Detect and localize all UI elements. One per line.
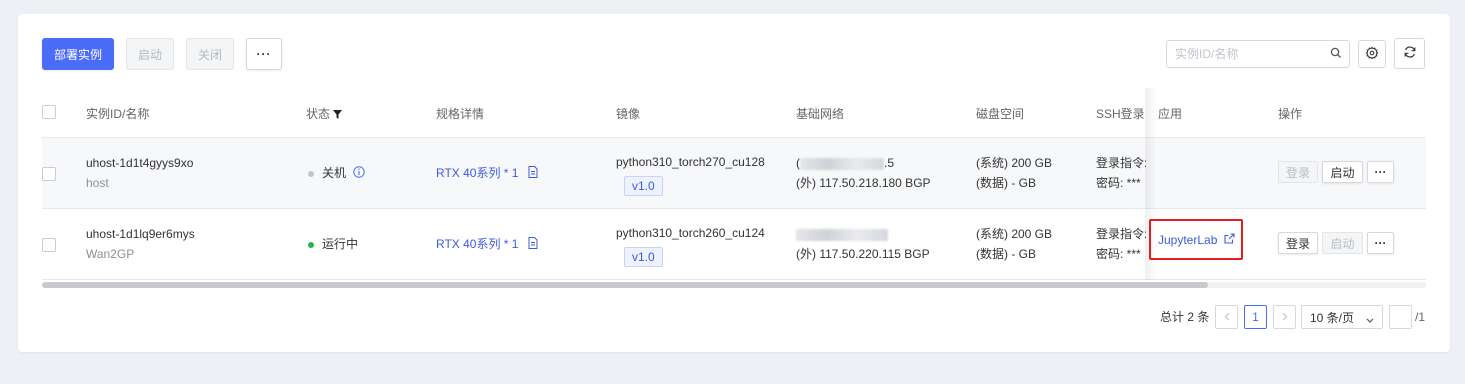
row-more-button[interactable]: ··· bbox=[1367, 232, 1394, 254]
page-size-value: 10 条/页 bbox=[1310, 310, 1355, 325]
column-header-app: 应用 bbox=[1158, 107, 1183, 121]
network-outer: (外) 117.50.218.180 BGP bbox=[796, 176, 931, 190]
document-icon[interactable] bbox=[528, 237, 538, 251]
image-cell: python310_torch270_cu128 v1.0 bbox=[616, 152, 765, 196]
more-actions-button[interactable]: ··· bbox=[246, 38, 282, 70]
status-text: 关机 bbox=[322, 166, 347, 180]
chevron-down-icon bbox=[1366, 313, 1374, 327]
prev-page-button[interactable] bbox=[1215, 305, 1238, 329]
status-cell: 运行中 bbox=[308, 234, 358, 254]
horizontal-scrollbar[interactable] bbox=[42, 282, 1426, 288]
instance-name: host bbox=[86, 176, 109, 190]
disk-system: (系统) 200 GB bbox=[976, 156, 1053, 170]
ssh-password: 密码: *** bbox=[1096, 176, 1141, 190]
gear-icon bbox=[1365, 46, 1379, 63]
disk-cell: (系统) 200 GB (数据) - GB bbox=[976, 153, 1052, 193]
next-page-button[interactable] bbox=[1273, 305, 1296, 329]
column-header-image: 镜像 bbox=[616, 107, 641, 121]
total-pages: /1 bbox=[1415, 310, 1426, 324]
column-header-disk: 磁盘空间 bbox=[976, 107, 1025, 121]
page-jump-input[interactable] bbox=[1389, 305, 1412, 329]
row-checkbox[interactable] bbox=[42, 167, 56, 181]
instance-id: uhost-1d1lq9er6mys bbox=[86, 227, 195, 241]
table-header: 实例ID/名称 状态 规格详情 镜像 基础网络 磁盘空间 SSH登录 应用 操作 bbox=[42, 88, 1426, 138]
instance-list-card: 部署实例 启动 关闭 ··· 实例ID/名称 状态 规格详情 镜像 bbox=[18, 14, 1450, 352]
settings-button[interactable] bbox=[1358, 40, 1386, 68]
instance-name: Wan2GP bbox=[86, 247, 135, 261]
disk-cell: (系统) 200 GB (数据) - GB bbox=[976, 224, 1052, 264]
info-icon[interactable] bbox=[353, 166, 366, 180]
ssh-cell: 登录指令: 密码: *** bbox=[1096, 224, 1146, 264]
row-checkbox[interactable] bbox=[42, 238, 56, 252]
status-header-label: 状态 bbox=[306, 107, 331, 121]
jupyterlab-link[interactable]: JupyterLab bbox=[1158, 230, 1217, 250]
instance-id-name: uhost-1d1t4gyys9xo host bbox=[86, 153, 193, 193]
page-size-select[interactable]: 10 条/页 bbox=[1301, 305, 1383, 329]
instance-id-name: uhost-1d1lq9er6mys Wan2GP bbox=[86, 224, 195, 264]
column-header-network: 基础网络 bbox=[796, 107, 845, 121]
network-inner: (.5 bbox=[796, 153, 931, 173]
column-header-ssh: SSH登录 bbox=[1096, 107, 1145, 121]
spec-text: RTX 40系列 * 1 bbox=[436, 166, 519, 180]
network-cell: (外) 117.50.220.115 BGP bbox=[796, 224, 930, 264]
ssh-command[interactable]: 登录指令: bbox=[1096, 153, 1146, 173]
refresh-button[interactable] bbox=[1394, 38, 1425, 69]
start-instance-button[interactable]: 启动 bbox=[1322, 161, 1363, 183]
image-name: python310_torch260_cu124 bbox=[616, 226, 765, 240]
start-instance-button[interactable]: 启动 bbox=[1322, 232, 1363, 254]
instance-id: uhost-1d1t4gyys9xo bbox=[86, 156, 194, 170]
deploy-instance-button[interactable]: 部署实例 bbox=[42, 38, 114, 70]
column-header-spec: 规格详情 bbox=[436, 107, 485, 121]
filter-icon[interactable] bbox=[333, 107, 343, 121]
column-header-id-name: 实例ID/名称 bbox=[86, 107, 150, 121]
search-box bbox=[1166, 40, 1350, 68]
table-row: uhost-1d1t4gyys9xo host 关机 RTX 40系列 * 1 … bbox=[42, 138, 1426, 209]
start-button[interactable]: 启动 bbox=[126, 38, 174, 70]
page-number-button[interactable]: 1 bbox=[1244, 305, 1267, 329]
disk-system: (系统) 200 GB bbox=[976, 227, 1053, 241]
redacted-ip bbox=[796, 228, 888, 241]
image-name: python310_torch270_cu128 bbox=[616, 155, 765, 169]
login-button[interactable]: 登录 bbox=[1278, 232, 1318, 254]
document-icon[interactable] bbox=[528, 166, 538, 180]
spec-link[interactable]: RTX 40系列 * 1 bbox=[436, 163, 538, 183]
jupyterlab-highlight: JupyterLab bbox=[1149, 219, 1243, 260]
status-text: 运行中 bbox=[322, 237, 359, 251]
column-header-ops: 操作 bbox=[1278, 107, 1303, 121]
status-dot bbox=[308, 170, 314, 177]
chevron-right-icon bbox=[1282, 310, 1288, 324]
chevron-left-icon bbox=[1224, 310, 1230, 324]
row-more-button[interactable]: ··· bbox=[1367, 161, 1394, 183]
spec-link[interactable]: RTX 40系列 * 1 bbox=[436, 234, 538, 254]
scrollbar-thumb[interactable] bbox=[42, 282, 1208, 288]
ssh-password: 密码: *** bbox=[1096, 247, 1141, 261]
network-outer: (外) 117.50.220.115 BGP bbox=[796, 247, 930, 261]
image-version-tag: v1.0 bbox=[624, 176, 663, 196]
disk-data: (数据) - GB bbox=[976, 247, 1036, 261]
network-cell: (.5 (外) 117.50.218.180 BGP bbox=[796, 153, 931, 193]
redacted-ip bbox=[800, 157, 884, 170]
toolbar: 部署实例 启动 关闭 ··· bbox=[42, 38, 282, 70]
spec-text: RTX 40系列 * 1 bbox=[436, 237, 519, 251]
search-icon[interactable] bbox=[1330, 47, 1342, 62]
status-cell: 关机 bbox=[308, 163, 366, 183]
ssh-cell: 登录指令: 密码: *** bbox=[1096, 153, 1146, 193]
total-count: 总计 2 条 bbox=[1160, 310, 1210, 324]
network-inner bbox=[796, 224, 930, 244]
ssh-command[interactable]: 登录指令: bbox=[1096, 224, 1146, 244]
external-link-icon[interactable] bbox=[1224, 232, 1235, 247]
login-button[interactable]: 登录 bbox=[1278, 161, 1318, 183]
disk-data: (数据) - GB bbox=[976, 176, 1036, 190]
column-header-status[interactable]: 状态 bbox=[306, 105, 343, 122]
select-all-checkbox[interactable] bbox=[42, 105, 56, 119]
search-input[interactable] bbox=[1175, 47, 1330, 61]
image-cell: python310_torch260_cu124 v1.0 bbox=[616, 223, 765, 267]
refresh-icon bbox=[1403, 45, 1417, 62]
status-dot bbox=[308, 241, 314, 248]
shutdown-button[interactable]: 关闭 bbox=[186, 38, 234, 70]
image-version-tag: v1.0 bbox=[624, 247, 663, 267]
network-inner-suffix: .5 bbox=[884, 156, 895, 170]
